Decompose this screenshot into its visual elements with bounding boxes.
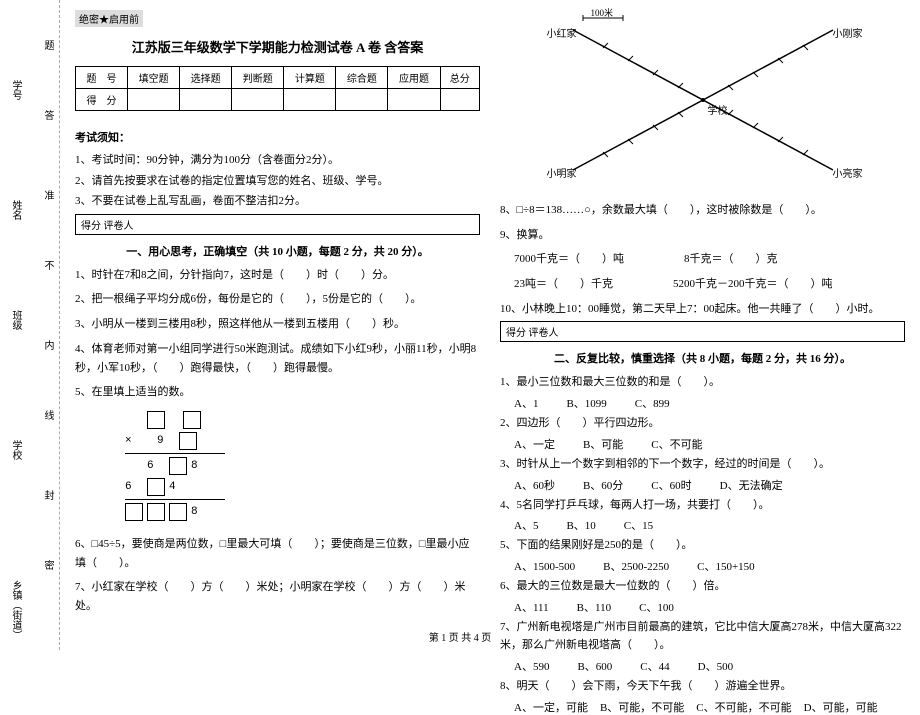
s2q3-opts: A、60秒B、60分C、60时D、无法确定 — [500, 477, 905, 493]
s2q4: 4、5名同学打乒乓球，每两人打一场，共要打（ ）。 — [500, 496, 905, 515]
q8: 8、□÷8＝138……○，余数最大填（ ），这时被除数是（ ）。 — [500, 201, 905, 220]
s2q8-opts: A、一定，可能B、可能，不可能C、不可能，不可能D、可能，可能 — [500, 699, 905, 715]
secret-label: 绝密★启用前 — [75, 10, 143, 27]
section-2-heading: 二、反复比较，慎重选择（共 8 小题，每题 2 分，共 16 分）。 — [500, 350, 905, 366]
q9-row1: 7000千克＝（ ）吨 8千克＝（ ）克 — [500, 250, 905, 269]
bind-id: 学号 — [8, 80, 23, 100]
q7: 7、小红家在学校（ ）方（ ）米处；小明家在学校（ ）方（ ）米处。 — [75, 578, 480, 615]
multiplication-grid: ×9 68 64 8 — [125, 411, 480, 524]
bind-school: 学校 — [8, 440, 23, 460]
s2q5-opts: A、1500-500B、2500-2250C、150+150 — [500, 558, 905, 574]
scorer-box-2: 得分 评卷人 — [500, 321, 905, 342]
notice-item: 3、不要在试卷上乱写乱画，卷面不整洁扣2分。 — [75, 193, 480, 211]
school-label: 学校 — [708, 102, 728, 117]
bind-d2: 封 — [40, 490, 55, 500]
scorer-box: 得分 评卷人 — [75, 214, 480, 235]
bind-d7: 答 — [40, 110, 55, 120]
page-footer: 第 1 页 共 4 页 — [0, 629, 920, 644]
left-column: 绝密★启用前 江苏版三年级数学下学期能力检测试卷 A 卷 含答案 题 号 填空题… — [75, 10, 480, 640]
map-diagram: 100米 小红家 小刚家 小明家 小亮家 学校 — [513, 10, 893, 190]
score-table: 题 号 填空题 选择题 判断题 计算题 综合题 应用题 总分 得 分 — [75, 66, 480, 111]
q10: 10、小林晚上10：00睡觉，第二天早上7：00起床。他一共睡了（ ）小时。 — [500, 300, 905, 319]
s2q4-opts: A、5B、10C、15 — [500, 517, 905, 533]
bind-d4: 内 — [40, 340, 55, 350]
s2q1-opts: A、1B、1099C、899 — [500, 395, 905, 411]
q9: 9、换算。 — [500, 226, 905, 245]
gang-label: 小刚家 — [833, 25, 863, 40]
bind-d1: 密 — [40, 560, 55, 570]
notice-list: 1、考试时间：90分钟，满分为100分（含卷面分2分）。 2、请首先按要求在试卷… — [75, 149, 480, 214]
s2q6-opts: A、111B、110C、100 — [500, 599, 905, 615]
q3: 3、小明从一楼到三楼用8秒，照这样他从一楼到五楼用（ ）秒。 — [75, 315, 480, 334]
s2q7-opts: A、590B、600C、44D、500 — [500, 658, 905, 674]
q1: 1、时针在7和8之间，分针指向7，这时是（ ）时（ ）分。 — [75, 266, 480, 285]
bind-name: 姓名 — [8, 200, 23, 220]
q4: 4、体育老师对第一小组同学进行50米跑测试。成绩如下小红9秒，小丽11秒，小明8… — [75, 340, 480, 377]
table-row: 题 号 填空题 选择题 判断题 计算题 综合题 应用题 总分 — [76, 67, 480, 89]
s2q1: 1、最小三位数和最大三位数的和是（ ）。 — [500, 373, 905, 392]
ming-label: 小明家 — [547, 165, 577, 180]
q2: 2、把一根绳子平均分成6份，每份是它的（ ），5份是它的（ ）。 — [75, 290, 480, 309]
table-row: 得 分 — [76, 89, 480, 111]
s2q2: 2、四边形（ ）平行四边形。 — [500, 414, 905, 433]
s2q6: 6、最大的三位数是最大一位数的（ ）倍。 — [500, 577, 905, 596]
q9-row2: 23吨＝（ ）千克 5200千克－200千克＝（ ）吨 — [500, 275, 905, 294]
s2q3: 3、时针从上一个数字到相邻的下一个数字，经过的时间是（ ）。 — [500, 455, 905, 474]
bind-class: 班级 — [8, 310, 23, 330]
s2q5: 5、下面的结果刚好是250的是（ ）。 — [500, 536, 905, 555]
notice-item: 1、考试时间：90分钟，满分为100分（含卷面分2分）。 — [75, 152, 480, 170]
scale-label: 100米 — [591, 6, 614, 19]
section-1-heading: 一、用心思考，正确填空（共 10 小题，每题 2 分，共 20 分）。 — [75, 243, 480, 259]
bind-d3: 线 — [40, 410, 55, 420]
binding-margin: 乡镇（街道） 学校 班级 姓名 学号 密 封 线 内 不 准 答 题 — [0, 0, 60, 650]
liang-label: 小亮家 — [833, 165, 863, 180]
right-column: 100米 小红家 小刚家 小明家 小亮家 学校 8、□÷8＝138……○，余数最… — [500, 10, 905, 640]
bind-d8: 题 — [40, 40, 55, 50]
q6: 6、□45÷5，要使商是两位数，□里最大可填（ ）；要使商是三位数，□里最小应填… — [75, 535, 480, 572]
bind-d5: 不 — [40, 260, 55, 270]
paper-title: 江苏版三年级数学下学期能力检测试卷 A 卷 含答案 — [75, 37, 480, 56]
q5: 5、在里填上适当的数。 — [75, 383, 480, 402]
hong-label: 小红家 — [547, 25, 577, 40]
s2q8: 8、明天（ ）会下雨，今天下午我（ ）游遍全世界。 — [500, 677, 905, 696]
notice-heading: 考试须知： — [75, 129, 480, 145]
notice-item: 2、请首先按要求在试卷的指定位置填写您的姓名、班级、学号。 — [75, 173, 480, 191]
s2q2-opts: A、一定B、可能C、不可能 — [500, 436, 905, 452]
bind-d6: 准 — [40, 190, 55, 200]
